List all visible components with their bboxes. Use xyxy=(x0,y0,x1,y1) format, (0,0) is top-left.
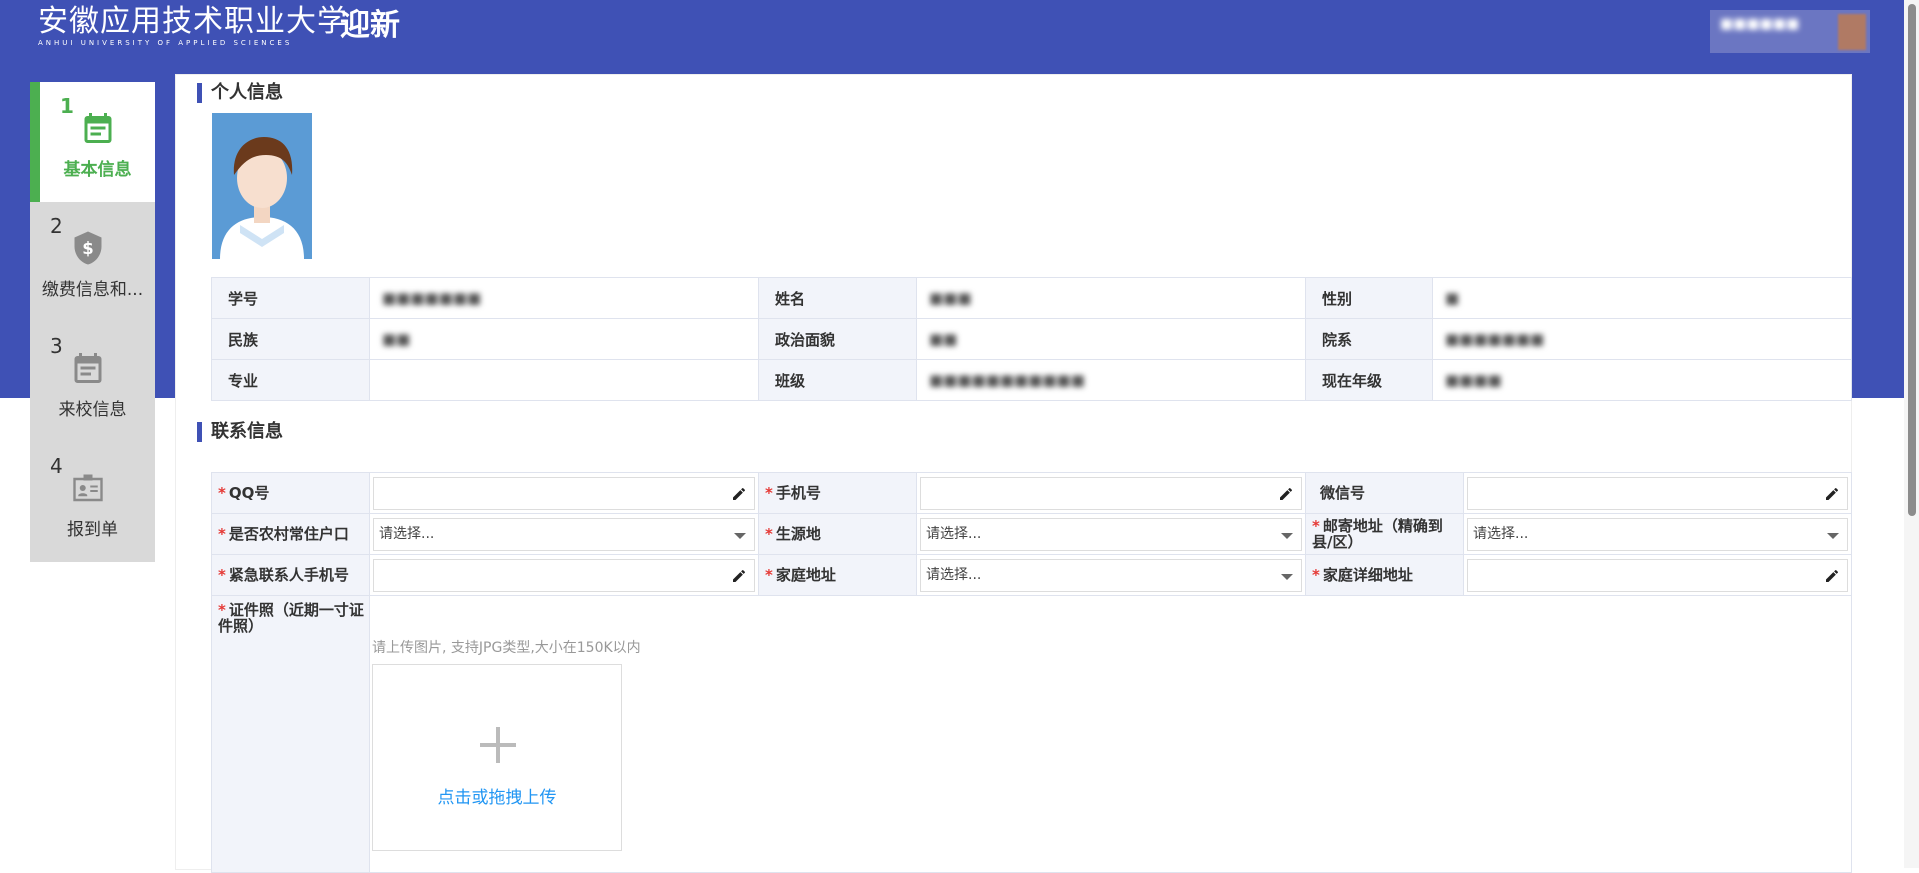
pencil-icon xyxy=(733,569,745,582)
scrollbar-thumb[interactable] xyxy=(1908,4,1916,516)
shield-dollar-icon: $ xyxy=(74,231,102,265)
home-address-select[interactable]: 请选择... xyxy=(920,558,1302,592)
chevron-down-icon xyxy=(1827,532,1839,539)
avatar[interactable] xyxy=(1838,14,1866,50)
label-id-photo: * 证件照（近期一寸证件照） xyxy=(211,595,370,873)
rural-select[interactable]: 请选择... xyxy=(373,517,755,551)
scrollbar[interactable] xyxy=(1904,0,1919,868)
pencil-icon xyxy=(1280,487,1292,500)
label-grade: 现在年级 xyxy=(1305,359,1433,401)
step-navigation: 1 基本信息 2 $ 缴费信息和... 3 来校信息 4 报到单 xyxy=(30,82,155,562)
step-label: 缴费信息和... xyxy=(41,280,144,300)
value-department: ■■■■■■■ xyxy=(1445,330,1545,348)
table-row: * 是否农村常住户口 请选择... * 生源地 请选择... * 邮寄地址（精确到县/… xyxy=(211,513,1852,555)
app-title: 迎新 xyxy=(340,8,400,43)
qq-field[interactable] xyxy=(373,476,755,510)
label-gender: 性别 xyxy=(1305,277,1433,319)
label-emergency-phone: * 紧急联系人手机号 xyxy=(211,554,370,596)
table-row: 专业 班级 ■■■■■■■■■■■ 现在年级 ■■■■ xyxy=(211,359,1852,401)
table-row: 学号 ■■■■■■■ 姓名 ■■■ 性别 ■ xyxy=(211,277,1852,319)
label-phone: * 手机号 xyxy=(758,472,917,514)
label-department: 院系 xyxy=(1305,318,1433,360)
pencil-icon xyxy=(1826,569,1838,582)
value-ethnicity: ■■ xyxy=(382,330,411,348)
value-student-id: ■■■■■■■ xyxy=(382,289,482,307)
origin-select[interactable]: 请选择... xyxy=(920,517,1302,551)
label-ethnicity: 民族 xyxy=(211,318,370,360)
student-photo xyxy=(212,113,312,259)
label-major: 专业 xyxy=(211,359,370,401)
svg-text:$: $ xyxy=(82,239,93,258)
id-card-icon xyxy=(73,474,103,502)
label-home-detail: * 家庭详细地址 xyxy=(1305,554,1464,596)
chevron-down-icon xyxy=(1281,573,1293,580)
calendar-icon xyxy=(84,113,112,143)
chevron-down-icon xyxy=(1281,532,1293,539)
mail-address-select[interactable]: 请选择... xyxy=(1467,517,1848,551)
label-class: 班级 xyxy=(758,359,917,401)
university-logo: 安徽应用技术职业大学 ANHUI UNIVERSITY OF APPLIED S… xyxy=(38,4,348,49)
personal-info-table: 学号 ■■■■■■■ 姓名 ■■■ 性别 ■ 民族 ■■ 政治面貌 ■■ 院系 … xyxy=(211,277,1852,401)
step-label: 报到单 xyxy=(67,520,118,540)
value-grade: ■■■■ xyxy=(1445,371,1502,389)
step-registration-form[interactable]: 4 报到单 xyxy=(30,442,155,562)
label-student-id: 学号 xyxy=(211,277,370,319)
upload-label: 点击或拖拽上传 xyxy=(437,788,557,808)
phone-field[interactable] xyxy=(920,476,1302,510)
step-label: 来校信息 xyxy=(58,400,127,420)
home-detail-field[interactable] xyxy=(1467,558,1848,592)
label-mail-address: * 邮寄地址（精确到县/区） xyxy=(1305,513,1464,555)
app-header: 安徽应用技术职业大学 ANHUI UNIVERSITY OF APPLIED S… xyxy=(0,0,1919,53)
calendar-icon xyxy=(74,353,102,383)
step-payment-info[interactable]: 2 $ 缴费信息和... xyxy=(30,202,155,322)
label-qq: * QQ号 xyxy=(211,472,370,514)
logo-cn: 安徽应用技术职业大学 xyxy=(38,4,348,39)
photo-upload-area[interactable]: 点击或拖拽上传 xyxy=(372,664,622,851)
plus-icon xyxy=(480,727,516,763)
step-number: 2 xyxy=(50,214,63,238)
step-number: 3 xyxy=(50,334,63,358)
avatar-illustration xyxy=(212,113,312,259)
user-name: ■■■■■■ xyxy=(1720,16,1800,32)
step-arrival-info[interactable]: 3 来校信息 xyxy=(30,322,155,442)
step-basic-info[interactable]: 1 基本信息 xyxy=(30,82,155,202)
user-menu[interactable]: ■■■■■■ xyxy=(1710,10,1870,53)
table-row: * 紧急联系人手机号 * 家庭地址 请选择... * 家庭详细地址 xyxy=(211,554,1852,596)
value-class: ■■■■■■■■■■■ xyxy=(929,371,1085,389)
label-political: 政治面貌 xyxy=(758,318,917,360)
value-political: ■■ xyxy=(929,330,958,348)
step-number: 1 xyxy=(60,94,74,118)
table-row: * QQ号 * 手机号 微信号 xyxy=(211,472,1852,514)
table-row: 民族 ■■ 政治面貌 ■■ 院系 ■■■■■■■ xyxy=(211,318,1852,360)
pencil-icon xyxy=(1826,487,1838,500)
upload-hint: 请上传图片, 支持JPG类型,大小在150K以内 xyxy=(372,640,641,656)
section-title-personal: 个人信息 xyxy=(197,83,283,103)
value-gender: ■ xyxy=(1445,289,1460,307)
label-name: 姓名 xyxy=(758,277,917,319)
step-number: 4 xyxy=(50,454,63,478)
label-rural: * 是否农村常住户口 xyxy=(211,513,370,555)
step-label: 基本信息 xyxy=(63,160,132,180)
sidebar-filler xyxy=(30,562,155,868)
logo-en: ANHUI UNIVERSITY OF APPLIED SCIENCES xyxy=(38,39,293,47)
chevron-down-icon xyxy=(734,532,746,539)
wechat-field[interactable] xyxy=(1467,476,1848,510)
label-wechat: 微信号 xyxy=(1305,472,1464,514)
label-origin: * 生源地 xyxy=(758,513,917,555)
label-home-address: * 家庭地址 xyxy=(758,554,917,596)
value-name: ■■■ xyxy=(929,289,972,307)
section-title-contact: 联系信息 xyxy=(197,422,283,442)
emergency-phone-field[interactable] xyxy=(373,558,755,592)
pencil-icon xyxy=(733,487,745,500)
